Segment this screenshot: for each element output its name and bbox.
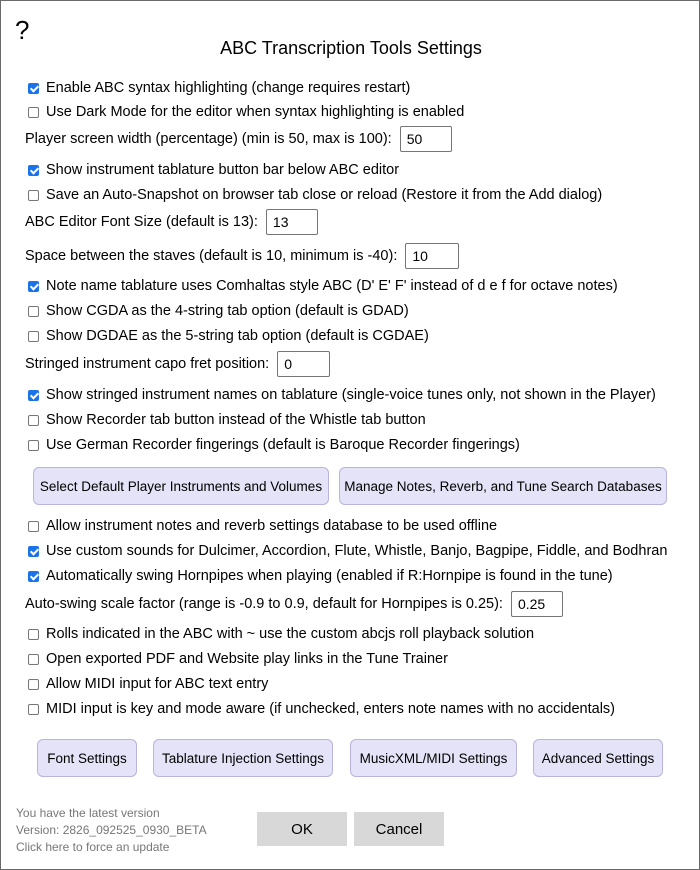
- field-swing-factor: Auto-swing scale factor (range is -0.9 t…: [25, 591, 563, 617]
- option-auto-snapshot[interactable]: Save an Auto-Snapshot on browser tab clo…: [28, 187, 602, 203]
- field-label: Stringed instrument capo fret position:: [25, 356, 270, 372]
- cancel-button[interactable]: Cancel: [354, 812, 444, 846]
- option-dark-mode[interactable]: Use Dark Mode for the editor when syntax…: [28, 104, 464, 120]
- checkbox[interactable]: [28, 82, 39, 94]
- checkbox[interactable]: [28, 414, 39, 426]
- font-size-input[interactable]: [265, 209, 318, 235]
- option-recorder-tab[interactable]: Show Recorder tab button instead of the …: [28, 412, 426, 428]
- dialog-title: ABC Transcription Tools Settings: [220, 38, 482, 58]
- field-font-size: ABC Editor Font Size (default is 13):: [25, 209, 318, 235]
- checkbox[interactable]: [28, 280, 39, 292]
- option-dgdae[interactable]: Show DGDAE as the 5-string tab option (d…: [28, 328, 429, 344]
- field-staff-space: Space between the staves (default is 10,…: [25, 243, 460, 269]
- version-text: Version: 2826_092525_0930_BETA: [16, 823, 207, 837]
- option-label: Show instrument tablature button bar bel…: [46, 162, 400, 178]
- option-label: Show DGDAE as the 5-string tab option (d…: [46, 328, 429, 344]
- option-label: Save an Auto-Snapshot on browser tab clo…: [46, 187, 603, 203]
- staff-space-input[interactable]: [405, 243, 460, 269]
- field-label: Space between the staves (default is 10,…: [25, 248, 398, 264]
- checkbox[interactable]: [28, 305, 39, 317]
- checkbox[interactable]: [28, 189, 39, 201]
- option-label: Use Dark Mode for the editor when syntax…: [46, 104, 465, 120]
- option-syntax-highlighting[interactable]: Enable ABC syntax highlighting (change r…: [28, 80, 410, 96]
- option-label: Show Recorder tab button instead of the …: [46, 412, 426, 428]
- option-label: Allow instrument notes and reverb settin…: [46, 518, 498, 534]
- ok-button[interactable]: OK: [257, 812, 347, 846]
- field-label: ABC Editor Font Size (default is 13):: [25, 214, 258, 230]
- font-settings-button[interactable]: Font Settings: [37, 739, 137, 777]
- field-player-width: Player screen width (percentage) (min is…: [25, 126, 452, 152]
- option-label: Open exported PDF and Website play links…: [46, 651, 448, 667]
- option-comhaltas[interactable]: Note name tablature uses Comhaltas style…: [28, 278, 618, 294]
- field-label: Player screen width (percentage) (min is…: [25, 131, 392, 147]
- manage-databases-button[interactable]: Manage Notes, Reverb, and Tune Search Da…: [339, 467, 667, 505]
- checkbox[interactable]: [28, 330, 39, 342]
- option-label: Use custom sounds for Dulcimer, Accordio…: [46, 543, 668, 559]
- checkbox[interactable]: [28, 106, 39, 118]
- option-label: Automatically swing Hornpipes when playi…: [46, 568, 613, 584]
- option-label: Enable ABC syntax highlighting (change r…: [46, 80, 411, 96]
- option-custom-sounds[interactable]: Use custom sounds for Dulcimer, Accordio…: [28, 543, 667, 559]
- tablature-injection-button[interactable]: Tablature Injection Settings: [153, 739, 333, 777]
- option-offline-db[interactable]: Allow instrument notes and reverb settin…: [28, 518, 497, 534]
- option-label: MIDI input is key and mode aware (if unc…: [46, 701, 616, 717]
- option-label: Note name tablature uses Comhaltas style…: [46, 278, 618, 294]
- field-capo: Stringed instrument capo fret position:: [25, 351, 331, 377]
- swing-factor-input[interactable]: [510, 591, 563, 617]
- checkbox[interactable]: [28, 520, 39, 532]
- option-label: Allow MIDI input for ABC text entry: [46, 676, 269, 692]
- checkbox[interactable]: [28, 164, 39, 176]
- checkbox[interactable]: [28, 678, 39, 690]
- checkbox[interactable]: [28, 545, 39, 557]
- option-midi-input[interactable]: Allow MIDI input for ABC text entry: [28, 676, 268, 692]
- option-label: Rolls indicated in the ABC with ~ use th…: [46, 626, 535, 642]
- player-width-input[interactable]: [399, 126, 452, 152]
- checkbox[interactable]: [28, 439, 39, 451]
- option-german-recorder[interactable]: Use German Recorder fingerings (default …: [28, 437, 520, 453]
- version-info: You have the latest version Version: 282…: [16, 805, 207, 856]
- checkbox[interactable]: [28, 389, 39, 401]
- option-rolls[interactable]: Rolls indicated in the ABC with ~ use th…: [28, 626, 534, 642]
- option-swing-hornpipes[interactable]: Automatically swing Hornpipes when playi…: [28, 568, 613, 584]
- option-tab-button-bar[interactable]: Show instrument tablature button bar bel…: [28, 162, 399, 178]
- field-label: Auto-swing scale factor (range is -0.9 t…: [25, 596, 503, 612]
- option-midi-key-aware[interactable]: MIDI input is key and mode aware (if unc…: [28, 701, 615, 717]
- checkbox[interactable]: [28, 653, 39, 665]
- option-label: Show stringed instrument names on tablat…: [46, 387, 656, 403]
- musicxml-midi-button[interactable]: MusicXML/MIDI Settings: [350, 739, 517, 777]
- settings-dialog: ? ABC Transcription Tools Settings Enabl…: [0, 0, 700, 870]
- option-label: Show CGDA as the 4-string tab option (de…: [46, 303, 409, 319]
- capo-input[interactable]: [277, 351, 331, 377]
- checkbox[interactable]: [28, 628, 39, 640]
- checkbox[interactable]: [28, 570, 39, 582]
- option-label: Use German Recorder fingerings (default …: [46, 437, 520, 453]
- advanced-settings-button[interactable]: Advanced Settings: [533, 739, 663, 777]
- force-update-link[interactable]: Click here to force an update: [16, 839, 207, 856]
- default-instruments-button[interactable]: Select Default Player Instruments and Vo…: [33, 467, 329, 505]
- option-cgda[interactable]: Show CGDA as the 4-string tab option (de…: [28, 303, 409, 319]
- checkbox[interactable]: [28, 703, 39, 715]
- option-open-pdf[interactable]: Open exported PDF and Website play links…: [28, 651, 448, 667]
- option-string-names[interactable]: Show stringed instrument names on tablat…: [28, 387, 656, 403]
- latest-version-text: You have the latest version: [16, 806, 160, 820]
